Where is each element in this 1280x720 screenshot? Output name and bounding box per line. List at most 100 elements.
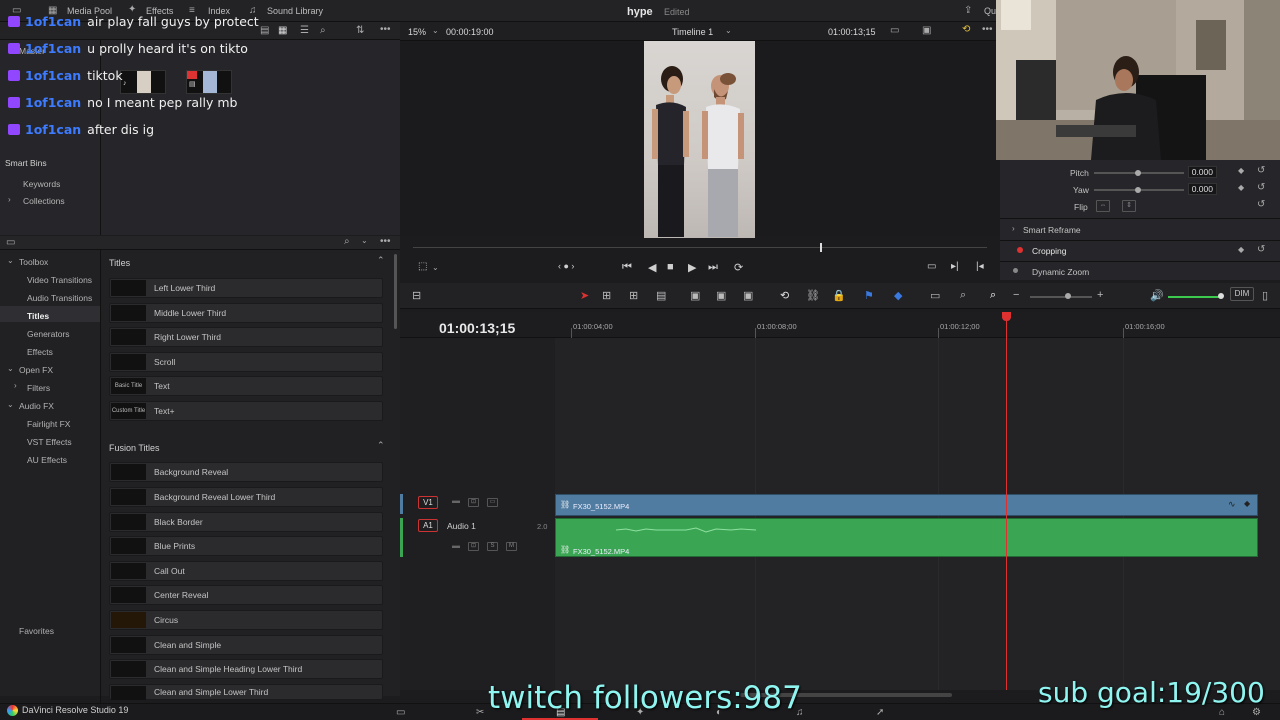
more-options-icon[interactable]: ••• [380, 236, 391, 247]
lock-icon[interactable]: ▬ [452, 496, 460, 505]
match-frame-icon[interactable]: ▭ [927, 261, 936, 272]
flip-vertical-icon[interactable]: ⇕ [1122, 200, 1136, 212]
keyframe-icon[interactable]: ◆ [1238, 183, 1244, 192]
yaw-slider-knob[interactable] [1135, 187, 1141, 193]
trim-tool-icon[interactable]: ⊞ [602, 289, 611, 302]
loop-icon[interactable]: ⟳ [734, 261, 743, 274]
chevron-up-icon[interactable]: ⌃ [377, 440, 385, 451]
fusion-title-item[interactable]: Background Reveal Lower Third [109, 487, 383, 507]
scrollbar[interactable] [394, 254, 397, 329]
volume-slider[interactable] [1168, 296, 1220, 298]
timeline-ruler[interactable]: 01:00:04;00 01:00:08;00 01:00:12;00 01:0… [555, 312, 1280, 338]
fusion-title-item[interactable]: Black Border [109, 512, 383, 532]
mute-button[interactable]: M [506, 542, 517, 551]
chevron-down-icon[interactable]: ⌄ [432, 263, 439, 272]
display-icon[interactable]: ▣ [922, 25, 931, 36]
selection-tool-icon[interactable]: ➤ [580, 289, 589, 302]
category-fairlight-fx[interactable]: Fairlight FX [27, 419, 70, 429]
reset-icon[interactable]: ↺ [1257, 182, 1265, 193]
skip-end-icon[interactable]: ⏭ [708, 261, 718, 274]
blade-tool-icon[interactable]: ▤ [656, 289, 666, 302]
keyframe-icon[interactable]: ◆ [1238, 166, 1244, 175]
chevron-up-icon[interactable]: ⌃ [377, 255, 385, 266]
export-icon[interactable]: ⇪ [964, 5, 972, 16]
clip-thumbnail[interactable]: ▤ [186, 70, 232, 94]
skip-start-icon[interactable]: ⏮ [622, 261, 632, 274]
audio-clip[interactable]: ⛓ FX30_5152.MP4 [555, 518, 1258, 557]
zoom-slider-knob[interactable] [1065, 293, 1071, 299]
zoom-level[interactable]: 15% [408, 27, 426, 37]
snapping-icon[interactable]: ⟲ [780, 289, 789, 302]
jog-control[interactable]: ‹ ● › [558, 261, 574, 271]
fusion-title-item[interactable]: Blue Prints [109, 536, 383, 556]
v1-track-badge[interactable]: V1 [418, 496, 438, 509]
dynamic-trim-icon[interactable]: ⊞ [629, 289, 638, 302]
flag-icon[interactable]: ⚑ [864, 289, 874, 302]
zoom-in-icon[interactable]: + [1097, 289, 1103, 301]
fusion-title-item[interactable]: Circus [109, 610, 383, 630]
play-reverse-icon[interactable]: ◀ [648, 261, 656, 274]
title-item[interactable]: Left Lower Third [109, 278, 383, 298]
viewer-mode-icon[interactable]: ▭ [890, 25, 899, 36]
more-options-icon[interactable]: ••• [380, 24, 391, 35]
lock-icon[interactable]: ▬ [452, 541, 460, 550]
fusion-title-item[interactable]: Call Out [109, 561, 383, 581]
category-filters[interactable]: Filters [27, 383, 50, 393]
search-icon[interactable]: ⌕ [320, 25, 326, 36]
meter-icon[interactable]: ▯ [1262, 289, 1268, 302]
favorites-header[interactable]: Favorites [19, 626, 54, 636]
smart-reframe-section[interactable]: Smart Reframe [1023, 225, 1081, 235]
bin-keywords[interactable]: Keywords [23, 179, 60, 189]
loop-icon[interactable]: ⟲ [962, 24, 970, 35]
fusion-title-item[interactable]: Center Reveal [109, 585, 383, 605]
insert-clip-icon[interactable]: ▣ [690, 289, 700, 302]
chevron-down-icon[interactable]: ⌄ [432, 26, 439, 35]
volume-slider-knob[interactable] [1218, 293, 1224, 299]
zoom-out-icon[interactable]: − [1013, 289, 1019, 301]
chevron-down-icon[interactable]: ⌄ [7, 364, 14, 373]
deliver-page-icon[interactable]: ➚ [876, 707, 884, 718]
dynamic-zoom-section[interactable]: Dynamic Zoom [1032, 267, 1089, 277]
media-page-icon[interactable]: ▭ [396, 707, 405, 718]
category-audio-transitions[interactable]: Audio Transitions [27, 293, 92, 303]
curve-icon[interactable]: ∿ [1228, 499, 1236, 510]
search-icon[interactable]: ⌕ [344, 236, 350, 247]
timeline-selector[interactable]: Timeline 1 [672, 27, 713, 37]
keyframe-icon[interactable]: ◆ [1238, 245, 1244, 254]
crop-tool-icon[interactable]: ⬚ [418, 261, 427, 272]
track-visible-icon[interactable]: ▭ [487, 498, 498, 507]
panel-toggle-icon[interactable]: ▭ [6, 237, 15, 248]
sound-library-button[interactable]: Sound Library [267, 6, 323, 16]
solo-button[interactable]: S [487, 542, 498, 551]
scrub-handle[interactable] [820, 243, 822, 252]
dim-button[interactable]: DIM [1230, 287, 1254, 301]
category-titles[interactable]: Titles [27, 311, 49, 321]
fusion-title-item[interactable]: Background Reveal [109, 462, 383, 482]
title-item[interactable]: Middle Lower Third [109, 303, 383, 323]
flip-horizontal-icon[interactable]: ⇔ [1096, 200, 1110, 212]
chevron-down-icon[interactable]: ⌄ [7, 256, 14, 265]
zoom-detail-icon[interactable]: ⌕ [960, 289, 966, 302]
playhead[interactable] [1006, 312, 1007, 690]
pitch-field[interactable]: 0.000 [1188, 166, 1217, 178]
quick-export-button[interactable]: Qu [984, 6, 996, 16]
lock-icon[interactable]: 🔒 [832, 289, 846, 302]
timeline-timecode[interactable]: 01:00:13;15 [439, 320, 515, 336]
audio-track-name[interactable]: Audio 1 [447, 521, 476, 531]
chevron-down-icon[interactable]: ⌄ [361, 236, 368, 245]
stop-icon[interactable]: ■ [667, 261, 674, 273]
sort-icon[interactable]: ⇅ [356, 25, 364, 36]
zoom-custom-icon[interactable]: ⌕ [990, 289, 996, 302]
chevron-right-icon[interactable]: › [8, 195, 11, 204]
category-toolbox[interactable]: Toolbox [19, 257, 48, 267]
chevron-right-icon[interactable]: › [1012, 224, 1015, 233]
cropping-section[interactable]: Cropping [1032, 246, 1067, 256]
yaw-field[interactable]: 0.000 [1188, 183, 1217, 195]
category-au-effects[interactable]: AU Effects [27, 455, 67, 465]
title-item[interactable]: Basic Title Text [109, 376, 383, 396]
chevron-right-icon[interactable]: › [14, 381, 17, 390]
auto-select-icon[interactable]: ⊡ [468, 542, 479, 551]
link-icon[interactable]: ⛓ [806, 289, 820, 302]
chevron-down-icon[interactable]: ⌄ [725, 26, 732, 35]
playhead-handle[interactable] [1002, 312, 1011, 321]
